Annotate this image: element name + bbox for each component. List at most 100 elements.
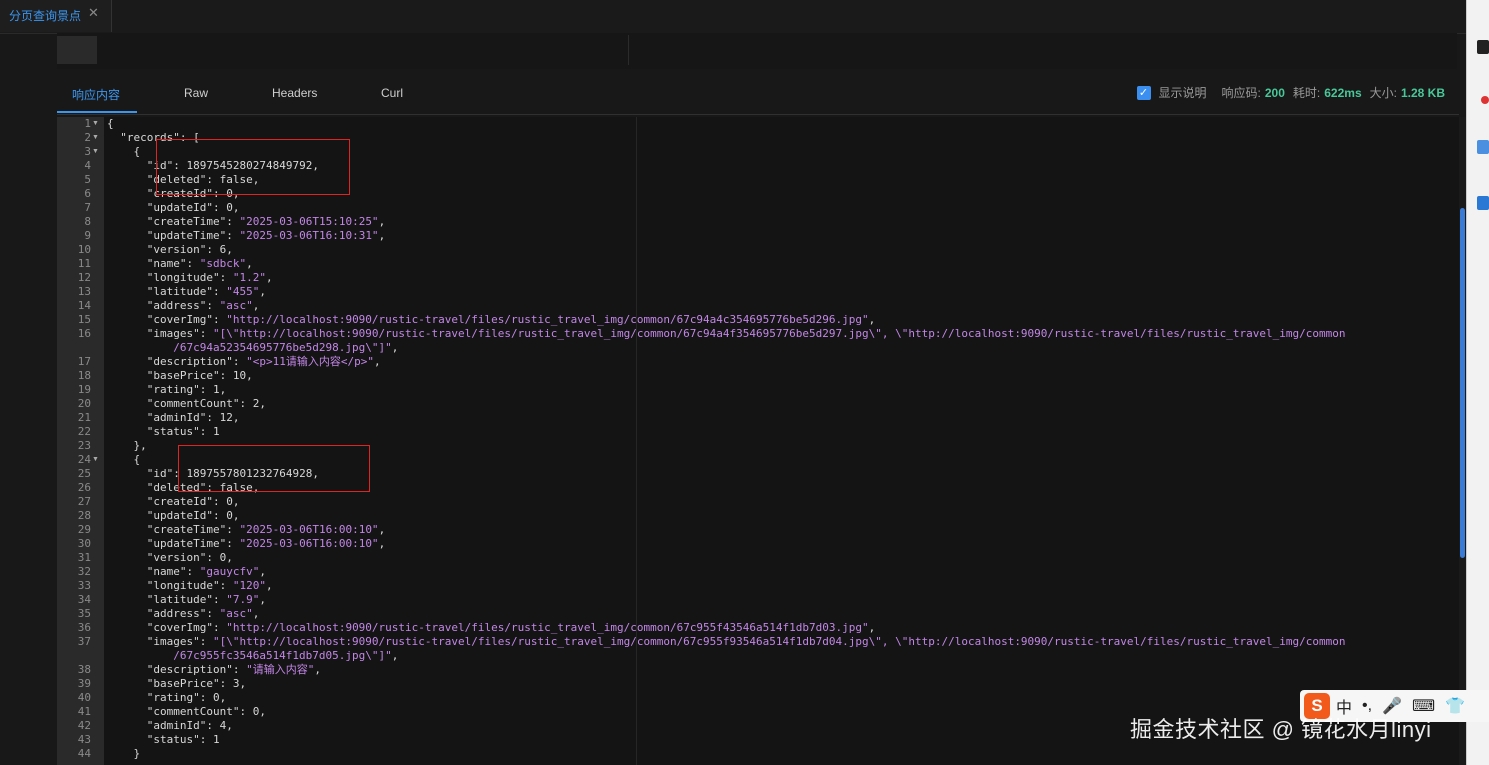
json-string: "2025-03-06T15:10:25" [239,215,379,228]
code-line: "updateId": 0, [107,201,240,215]
code-line: "latitude": "7.9", [107,593,266,607]
json-token: , [246,257,253,270]
json-token: , [391,649,399,662]
line-number: 43 [77,733,91,746]
code-line: { [107,145,140,159]
side-icon-1[interactable] [1477,40,1489,54]
line-number: 10 [77,243,91,256]
json-key: "images" [146,635,200,648]
tab-curl[interactable]: Curl [381,86,403,100]
line-number: 42 [77,719,91,732]
code-line: "createTime": "2025-03-06T15:10:25", [107,215,385,229]
line-number: 32 [77,565,91,578]
json-key: "images" [146,327,200,340]
line-number: 3 [84,145,91,158]
tab-paged-query[interactable]: 分页查询景点 ✕ [0,0,112,32]
json-token: : 4, [206,719,233,732]
json-token: : [232,355,247,368]
json-token: : [232,663,247,676]
json-token: , [314,663,321,676]
fold-toggle-icon[interactable]: ▼ [92,131,99,145]
json-token: { [107,145,141,158]
json-token: : 3, [219,677,247,690]
line-number: 14 [77,299,91,312]
code-line: "adminId": 4, [107,719,233,733]
json-token: , [265,271,273,284]
json-token: : [212,593,227,606]
line-number: 30 [77,537,91,550]
side-icon-3[interactable] [1477,196,1489,210]
json-string: "120" [232,579,266,592]
json-token: , [378,229,386,242]
code-line: "createId": 0, [107,495,240,509]
json-key: "rating" [146,691,200,704]
code-line: "status": 1 [107,733,220,747]
side-icon-2[interactable] [1477,140,1489,154]
tab-raw[interactable]: Raw [184,86,208,100]
json-token: : [199,635,213,648]
json-key: "status" [146,733,200,746]
show-desc-checkbox[interactable]: ✓ [1136,85,1151,100]
json-token: , [252,299,260,312]
request-block[interactable] [57,36,97,64]
ime-skin-icon[interactable]: 👕 [1445,696,1465,716]
size-value: 1.28 KB [1400,85,1445,100]
scrollbar-thumb[interactable] [1460,208,1465,558]
code-line: "description": "请输入内容", [107,663,321,677]
code-line: "basePrice": 10, [107,369,253,383]
line-number: 9 [84,229,91,242]
json-string: "http://localhost:9090/rustic-travel/fil… [226,313,869,326]
json-token: : 0, [199,691,227,704]
line-number: 4 [84,159,91,172]
tab-response-content[interactable]: 响应内容 [72,86,120,103]
json-key: "address" [146,607,207,620]
json-key: "longitude" [146,271,220,284]
line-number: 21 [77,411,91,424]
json-key: "adminId" [146,719,207,732]
tab-headers[interactable]: Headers [272,86,317,100]
time-value: 622ms [1324,85,1362,100]
json-string: "asc" [219,299,253,312]
line-number: 31 [77,551,91,564]
json-string: "[\"http://localhost:9090/rustic-travel/… [212,327,1346,340]
line-number: 29 [77,523,91,536]
side-dot-icon[interactable] [1481,96,1489,104]
json-string: /67c955fc3546a514f1db7d05.jpg\"]" [107,649,392,662]
json-token: , [252,607,260,620]
status-label: 响应码: [1221,86,1261,100]
fold-toggle-icon[interactable]: ▼ [92,117,99,131]
close-icon[interactable]: ✕ [88,5,99,21]
json-key: "coverImg" [146,621,213,634]
json-key: "rating" [146,383,200,396]
vertical-scrollbar[interactable] [1459,117,1466,765]
json-key: "basePrice" [146,369,220,382]
line-number: 23 [77,439,91,452]
highlight-box-id-2 [178,445,370,492]
panel-divider [628,35,629,65]
response-tabs: 响应内容 Raw Headers Curl ✓ 显示说明 响应码: 200 耗时… [57,76,1459,115]
json-key: "latitude" [146,285,213,298]
line-number: 34 [77,593,91,606]
fold-toggle-icon[interactable]: ▼ [92,145,99,159]
fold-toggle-icon[interactable]: ▼ [92,453,99,467]
json-key: "updateTime" [146,229,227,242]
line-number: 11 [77,257,91,270]
json-token: : [212,313,227,326]
code-line: "updateTime": "2025-03-06T16:10:31", [107,229,385,243]
line-number: 40 [77,691,91,704]
